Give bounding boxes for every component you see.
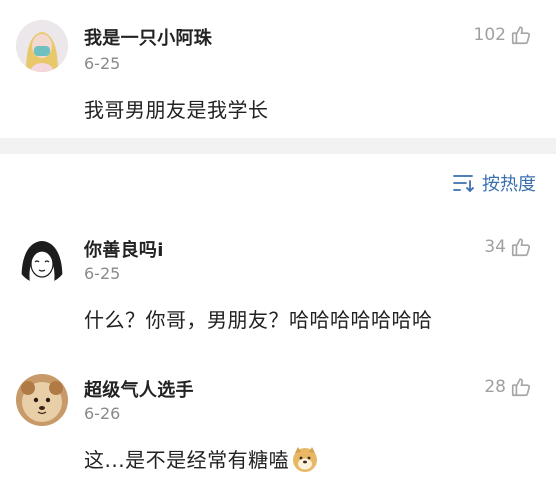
comment-date: 6-25 [84, 54, 121, 73]
like-button[interactable]: 34 [484, 236, 532, 258]
like-button[interactable]: 102 [474, 24, 532, 46]
thumbs-up-icon [510, 376, 532, 398]
comment-text-content: 这...是不是经常有糖嗑 [84, 448, 290, 472]
avatar[interactable] [16, 232, 68, 284]
sort-by-hot-button[interactable]: 按热度 [452, 170, 536, 196]
doge-emoji-icon [291, 445, 319, 473]
thumbs-up-icon [510, 236, 532, 258]
avatar[interactable] [16, 20, 68, 72]
avatar-image [16, 20, 68, 72]
avatar-image [16, 374, 68, 426]
avatar-image [16, 232, 68, 284]
sort-lines-icon [452, 173, 474, 193]
like-count: 102 [473, 25, 506, 45]
sort-label: 按热度 [482, 174, 536, 195]
comment-text: 这...是不是经常有糖嗑 [84, 444, 319, 473]
username[interactable]: 我是一只小阿珠 [84, 24, 212, 50]
comment-text: 什么？你哥，男朋友？哈哈哈哈哈哈哈 [84, 308, 433, 332]
avatar[interactable] [16, 374, 68, 426]
like-count: 28 [484, 377, 506, 397]
like-count: 34 [484, 237, 506, 257]
comment-page: 我是一只小阿珠 6-25 我哥男朋友是我学长 102 按热度 你善良吗i 6-2… [0, 0, 556, 484]
comment-text: 我哥男朋友是我学长 [84, 98, 269, 122]
comment-date: 6-25 [84, 264, 121, 283]
thumbs-up-icon [510, 24, 532, 46]
comment-date: 6-26 [84, 404, 121, 423]
section-divider [0, 138, 556, 154]
username[interactable]: 你善良吗i [84, 236, 164, 262]
username[interactable]: 超级气人选手 [84, 376, 194, 402]
like-button[interactable]: 28 [484, 376, 532, 398]
